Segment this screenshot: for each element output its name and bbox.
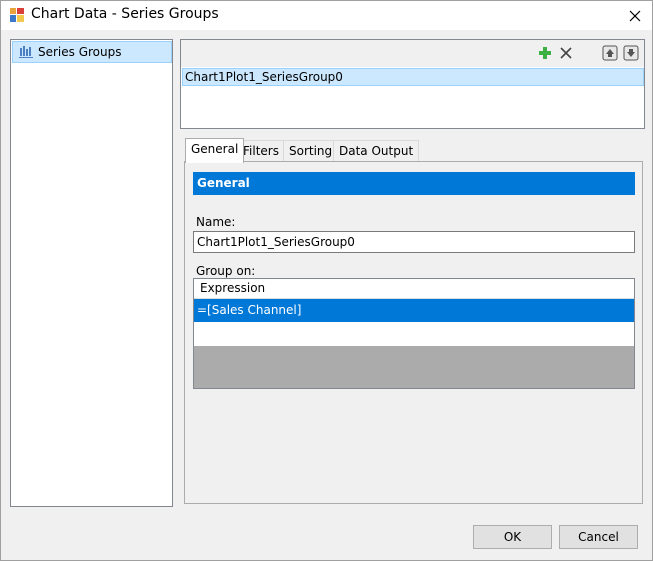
dialog-window: Chart Data - Series Groups Series Groups bbox=[0, 0, 653, 561]
close-button[interactable] bbox=[618, 1, 652, 30]
move-down-button[interactable] bbox=[622, 44, 640, 62]
chart-app-icon bbox=[10, 8, 24, 22]
add-group-button[interactable] bbox=[536, 44, 554, 62]
delete-x-icon bbox=[560, 47, 572, 59]
group-on-label: Group on: bbox=[196, 264, 256, 278]
title-bar[interactable]: Chart Data - Series Groups bbox=[1, 1, 652, 30]
arrow-up-icon bbox=[602, 45, 618, 61]
close-icon bbox=[629, 10, 641, 21]
tab-content-general: General Name: Group on: Expression =[Sal… bbox=[184, 161, 643, 504]
table-row-new[interactable] bbox=[194, 322, 634, 346]
tab-sorting[interactable]: Sorting bbox=[283, 140, 339, 162]
name-input[interactable] bbox=[193, 231, 635, 253]
tree-item-series-groups[interactable]: Series Groups bbox=[12, 41, 172, 63]
table-row[interactable]: =[Sales Channel] bbox=[194, 299, 634, 322]
move-up-button[interactable] bbox=[601, 44, 619, 62]
arrow-down-icon bbox=[623, 45, 639, 61]
series-group-list[interactable]: Chart1Plot1_SeriesGroup0 bbox=[180, 39, 645, 129]
list-item[interactable]: Chart1Plot1_SeriesGroup0 bbox=[182, 68, 644, 86]
section-header: General bbox=[193, 172, 635, 195]
grid-column-header[interactable]: Expression bbox=[194, 279, 634, 299]
name-label: Name: bbox=[196, 215, 236, 229]
ok-button[interactable]: OK bbox=[473, 525, 552, 549]
series-groups-icon bbox=[19, 46, 33, 58]
window-title: Chart Data - Series Groups bbox=[31, 6, 219, 22]
tab-data-output[interactable]: Data Output bbox=[333, 140, 420, 162]
cancel-button[interactable]: Cancel bbox=[559, 525, 638, 549]
delete-group-button[interactable] bbox=[557, 44, 575, 62]
tree-item-label: Series Groups bbox=[38, 45, 122, 59]
group-expression-grid[interactable]: Expression =[Sales Channel] bbox=[193, 278, 635, 389]
tab-general[interactable]: General bbox=[185, 138, 245, 163]
plus-icon bbox=[539, 47, 551, 59]
group-list-toolbar bbox=[181, 40, 644, 67]
category-tree[interactable]: Series Groups bbox=[10, 39, 173, 507]
